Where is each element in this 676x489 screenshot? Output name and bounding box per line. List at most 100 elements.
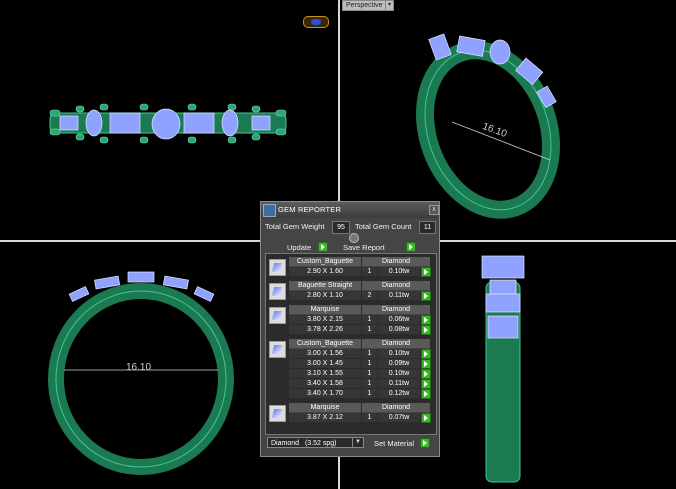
set-material-label: Set Material (374, 439, 415, 448)
gem-reporter-icon (263, 204, 276, 217)
gem-group: Baguette Straight Diamond 2.80 X 1.10 2 0.11… (269, 281, 432, 301)
gem-material: Diamond (362, 257, 430, 267)
gem-row[interactable]: 3.00 X 1.56 1 0.10tw (289, 349, 431, 359)
gem-group-header: Custom_Baguette Diamond (289, 339, 430, 349)
gem-row[interactable]: 3.10 X 1.55 1 0.10tw (289, 369, 431, 379)
gem-size: 3.80 X 2.15 (289, 315, 361, 324)
save-report-label: Save Report (343, 243, 385, 252)
gem-list[interactable]: Custom_Baguette Diamond 2.90 X 1.60 1 0.10tw… (265, 253, 437, 435)
gem-shape-name: Custom_Baguette (289, 339, 361, 349)
material-select-value: Diamond (271, 440, 300, 447)
panel-titlebar[interactable]: GEM REPORTER x (261, 202, 439, 218)
gem-select-button[interactable] (421, 369, 431, 379)
set-material-button[interactable] (420, 438, 430, 448)
gem-material: Diamond (362, 305, 430, 315)
gem-weight: 0.08tw (378, 325, 420, 334)
gem-weight: 0.10tw (378, 267, 420, 276)
gem-qty: 1 (362, 369, 377, 378)
gem-weight: 0.07tw (378, 413, 420, 422)
gem-size: 3.00 X 1.56 (289, 349, 361, 358)
collapse-toggle[interactable] (349, 233, 359, 243)
gem-shape-icon[interactable] (269, 283, 286, 300)
gem-shape-name: Baguette Straight (289, 281, 361, 291)
save-report-button[interactable] (406, 242, 416, 252)
gem-row[interactable]: 3.40 X 1.58 1 0.11tw (289, 379, 431, 389)
gem-size: 3.00 X 1.45 (289, 359, 361, 368)
total-count-value: 11 (419, 221, 436, 234)
gem-shape-name: Custom_Baguette (289, 257, 361, 267)
gem-group-header: Custom_Baguette Diamond (289, 257, 430, 267)
chevron-down-icon: ▼ (352, 438, 363, 447)
gem-size: 2.90 X 1.60 (289, 267, 361, 276)
gem-material: Diamond (362, 403, 430, 413)
gem-group: Marquise Diamond 3.87 X 2.12 1 0.07tw (269, 403, 432, 423)
gem-weight: 0.11tw (378, 291, 420, 300)
gem-select-button[interactable] (421, 359, 431, 369)
gem-qty: 1 (362, 267, 377, 276)
gem-group: Marquise Diamond 3.80 X 2.15 1 0.06tw 3.78 X … (269, 305, 432, 335)
gem-group-header: Marquise Diamond (289, 305, 430, 315)
gem-qty: 1 (362, 359, 377, 368)
gem-select-button[interactable] (421, 267, 431, 277)
update-label: Update (287, 243, 312, 252)
gem-weight: 0.10tw (378, 349, 420, 358)
gem-group-header: Baguette Straight Diamond (289, 281, 430, 291)
gem-shape-icon[interactable] (269, 307, 286, 324)
gem-material: Diamond (362, 339, 430, 349)
gem-select-button[interactable] (421, 389, 431, 399)
gem-qty: 1 (362, 315, 377, 324)
gem-group: Custom_Baguette Diamond 2.90 X 1.60 1 0.10tw (269, 257, 432, 277)
gem-qty: 1 (362, 389, 377, 398)
gem-size: 3.40 X 1.70 (289, 389, 361, 398)
total-count-label: Total Gem Count (355, 222, 412, 231)
gem-weight: 0.10tw (378, 369, 420, 378)
gem-row[interactable]: 3.40 X 1.70 1 0.12tw (289, 389, 431, 399)
gem-size: 3.40 X 1.58 (289, 379, 361, 388)
gem-qty: 1 (362, 413, 377, 422)
app-logo-icon (303, 16, 329, 28)
total-weight-label: Total Gem Weight (265, 222, 325, 231)
gem-row[interactable]: 3.78 X 2.26 1 0.08tw (289, 325, 431, 335)
gem-weight: 0.09tw (378, 359, 420, 368)
viewport-dropdown-icon[interactable]: ▾ (385, 0, 394, 11)
gem-qty: 1 (362, 379, 377, 388)
viewport-label[interactable]: Perspective (342, 0, 387, 11)
gem-group: Custom_Baguette Diamond 3.00 X 1.56 1 0.10tw… (269, 339, 432, 399)
close-icon[interactable]: x (429, 205, 439, 215)
gem-weight: 0.11tw (378, 379, 420, 388)
gem-row[interactable]: 2.90 X 1.60 1 0.10tw (289, 267, 431, 277)
material-select[interactable]: Diamond (3.52 spg) ▼ (267, 437, 364, 448)
gem-row[interactable]: 3.87 X 2.12 1 0.07tw (289, 413, 431, 423)
gem-weight: 0.06tw (378, 315, 420, 324)
gem-shape-icon[interactable] (269, 341, 286, 358)
total-weight-value: 95 (332, 221, 350, 234)
gem-row[interactable]: 2.80 X 1.10 2 0.11tw (289, 291, 431, 301)
gem-size: 3.87 X 2.12 (289, 413, 361, 422)
gem-group-header: Marquise Diamond (289, 403, 430, 413)
gem-material: Diamond (362, 281, 430, 291)
gem-select-button[interactable] (421, 349, 431, 359)
gem-qty: 1 (362, 325, 377, 334)
front-dimension: 16.10 (126, 362, 152, 373)
gem-shape-name: Marquise (289, 305, 361, 315)
material-select-spg: (3.52 spg) (304, 440, 337, 447)
gem-select-button[interactable] (421, 325, 431, 335)
gem-shape-icon[interactable] (269, 405, 286, 422)
gem-qty: 2 (362, 291, 377, 300)
panel-title: GEM REPORTER (278, 205, 342, 214)
gem-shape-icon[interactable] (269, 259, 286, 276)
gem-reporter-panel: GEM REPORTER x Total Gem Weight 95 Total… (260, 201, 440, 457)
gem-select-button[interactable] (421, 315, 431, 325)
gem-qty: 1 (362, 349, 377, 358)
gem-shape-name: Marquise (289, 403, 361, 413)
gem-select-button[interactable] (421, 413, 431, 423)
gem-select-button[interactable] (421, 379, 431, 389)
gem-size: 3.10 X 1.55 (289, 369, 361, 378)
gem-row[interactable]: 3.80 X 2.15 1 0.06tw (289, 315, 431, 325)
gem-select-button[interactable] (421, 291, 431, 301)
gem-size: 2.80 X 1.10 (289, 291, 361, 300)
update-button[interactable] (318, 242, 328, 252)
gem-weight: 0.12tw (378, 389, 420, 398)
gem-size: 3.78 X 2.26 (289, 325, 361, 334)
gem-row[interactable]: 3.00 X 1.45 1 0.09tw (289, 359, 431, 369)
